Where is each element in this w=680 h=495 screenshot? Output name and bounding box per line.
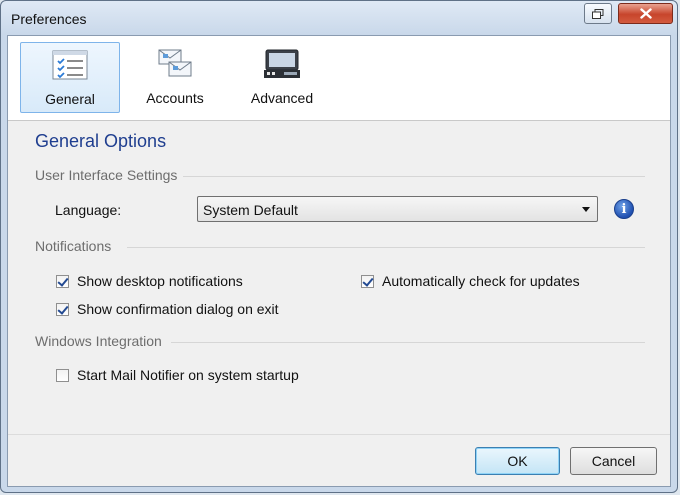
checkbox-box[interactable] xyxy=(56,368,69,382)
language-select[interactable]: System Default xyxy=(197,196,598,222)
desktop-notifications-checkbox[interactable]: Show desktop notifications xyxy=(56,272,243,290)
tab-advanced-label: Advanced xyxy=(250,90,314,106)
info-icon[interactable]: i xyxy=(614,199,634,219)
notifications-group-header: Notifications xyxy=(35,238,645,254)
footer-divider xyxy=(8,434,670,435)
group-title: User Interface Settings xyxy=(35,167,178,183)
close-icon xyxy=(639,8,652,19)
tab-general-label: General xyxy=(45,91,95,107)
restore-icon xyxy=(592,8,604,19)
checkbox-label: Show desktop notifications xyxy=(77,273,243,289)
tab-general[interactable]: General xyxy=(20,42,120,113)
checkbox-label: Automatically check for updates xyxy=(382,273,580,289)
group-divider xyxy=(127,247,645,248)
group-title: Windows Integration xyxy=(35,333,162,349)
advanced-icon xyxy=(264,49,300,78)
page-title: General Options xyxy=(35,131,167,151)
chevron-down-icon xyxy=(582,207,590,212)
ok-button[interactable]: OK xyxy=(475,447,560,475)
tab-accounts[interactable]: Accounts xyxy=(125,42,225,113)
preferences-window: Preferences General Accounts Advanced Ge… xyxy=(0,0,678,493)
close-button[interactable] xyxy=(618,3,673,24)
checkbox-box[interactable] xyxy=(56,302,69,316)
windows-integration-group-header: Windows Integration xyxy=(35,333,645,349)
checkbox-label: Start Mail Notifier on system startup xyxy=(77,367,299,383)
group-title: Notifications xyxy=(35,238,112,254)
cancel-button[interactable]: Cancel xyxy=(570,447,657,475)
tab-accounts-label: Accounts xyxy=(146,90,204,106)
ui-settings-group-header: User Interface Settings xyxy=(35,167,645,183)
dialog-content: General Accounts Advanced General Option… xyxy=(7,35,671,487)
group-divider xyxy=(183,176,645,177)
checkbox-box[interactable] xyxy=(56,274,69,288)
auto-update-checkbox[interactable]: Automatically check for updates xyxy=(361,272,580,290)
checklist-icon xyxy=(52,50,88,80)
title-bar: Preferences xyxy=(1,1,677,35)
accounts-icon xyxy=(158,49,192,77)
window-title: Preferences xyxy=(11,11,87,27)
preferences-toolbar: General Accounts Advanced xyxy=(8,36,670,121)
startup-checkbox[interactable]: Start Mail Notifier on system startup xyxy=(56,366,299,384)
confirm-exit-checkbox[interactable]: Show confirmation dialog on exit xyxy=(56,300,279,318)
group-divider xyxy=(171,342,645,343)
tab-advanced[interactable]: Advanced xyxy=(232,42,332,113)
checkbox-label: Show confirmation dialog on exit xyxy=(77,301,279,317)
language-label: Language: xyxy=(55,202,122,218)
checkbox-box[interactable] xyxy=(361,274,374,288)
restore-button[interactable] xyxy=(584,3,612,24)
language-select-value: System Default xyxy=(203,202,298,218)
